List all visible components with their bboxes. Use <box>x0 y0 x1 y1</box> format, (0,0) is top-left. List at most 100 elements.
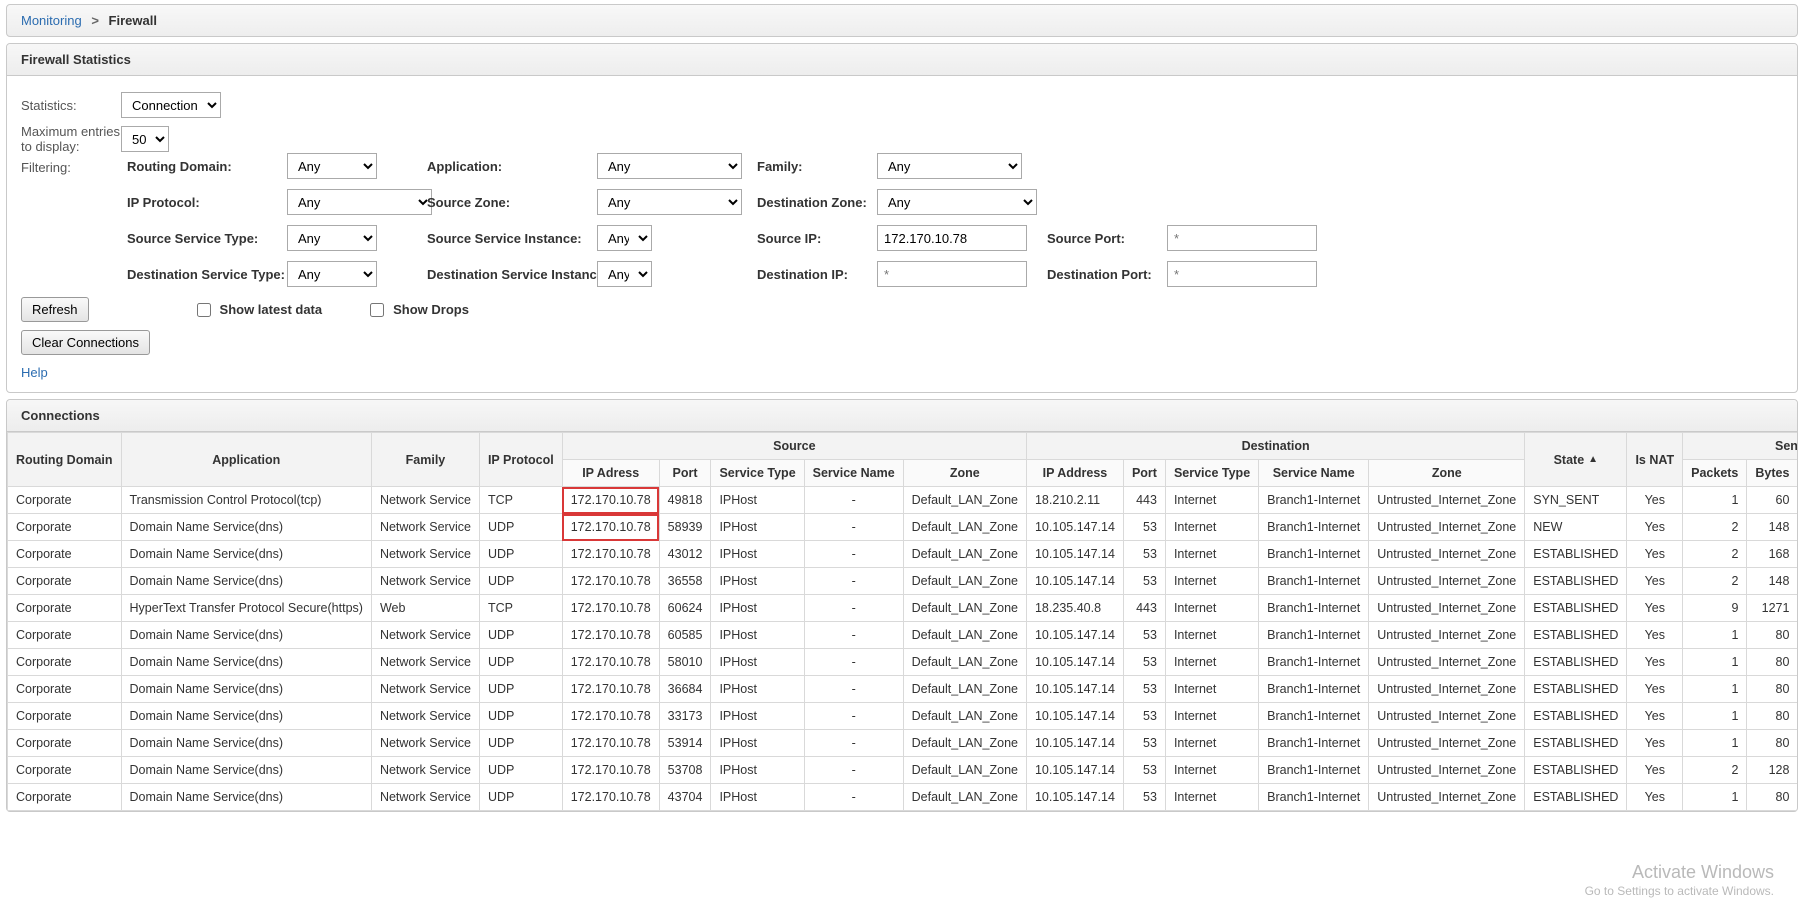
cell-dstype: Internet <box>1165 514 1258 541</box>
col-dst-port[interactable]: Port <box>1123 460 1165 487</box>
cell-fam: Web <box>371 595 479 622</box>
source-zone-select[interactable]: Any <box>597 189 742 215</box>
col-dst-svc-type[interactable]: Service Type <box>1165 460 1258 487</box>
cell-nat: Yes <box>1627 622 1683 649</box>
panel-title: Firewall Statistics <box>7 44 1797 76</box>
source-service-instance-select[interactable]: Any <box>597 225 652 251</box>
cell-sby: 80 <box>1747 649 1797 676</box>
cell-dsname: Branch1-Internet <box>1259 568 1369 595</box>
col-group-sent: Sent <box>1683 433 1797 460</box>
refresh-button[interactable]: Refresh <box>21 297 89 322</box>
cell-dzone: Untrusted_Internet_Zone <box>1369 703 1525 730</box>
col-dst-svc-name[interactable]: Service Name <box>1259 460 1369 487</box>
col-s-packets[interactable]: Packets <box>1683 460 1747 487</box>
cell-spk: 1 <box>1683 730 1747 757</box>
cell-rd: Corporate <box>8 487 122 514</box>
cell-ssname: - <box>804 487 903 514</box>
cell-proto: UDP <box>479 757 562 784</box>
cell-state: ESTABLISHED <box>1525 541 1627 568</box>
cell-dport: 53 <box>1123 784 1165 811</box>
cell-sip: 172.170.10.78 <box>562 514 659 541</box>
source-ip-input[interactable] <box>877 225 1027 251</box>
col-dst-ip[interactable]: IP Address <box>1026 460 1123 487</box>
breadcrumb-root-link[interactable]: Monitoring <box>21 13 82 28</box>
cell-dip: 18.235.40.8 <box>1026 595 1123 622</box>
cell-proto: UDP <box>479 784 562 811</box>
max-entries-label: Maximum entries to display: <box>21 124 121 154</box>
application-select[interactable]: Any <box>597 153 742 179</box>
routing-domain-select[interactable]: Any <box>287 153 377 179</box>
cell-app: Domain Name Service(dns) <box>121 757 371 784</box>
destination-zone-select[interactable]: Any <box>877 189 1037 215</box>
cell-app: Domain Name Service(dns) <box>121 514 371 541</box>
clear-connections-button[interactable]: Clear Connections <box>21 330 150 355</box>
cell-nat: Yes <box>1627 676 1683 703</box>
destination-port-input[interactable] <box>1167 261 1317 287</box>
source-port-input[interactable] <box>1167 225 1317 251</box>
table-row: CorporateDomain Name Service(dns)Network… <box>8 514 1798 541</box>
cell-dport: 53 <box>1123 730 1165 757</box>
col-family[interactable]: Family <box>371 433 479 487</box>
col-routing-domain[interactable]: Routing Domain <box>8 433 122 487</box>
cell-dstype: Internet <box>1165 730 1258 757</box>
cell-dzone: Untrusted_Internet_Zone <box>1369 487 1525 514</box>
ip-protocol-select[interactable]: Any <box>287 189 432 215</box>
col-group-source: Source <box>562 433 1026 460</box>
cell-rd: Corporate <box>8 595 122 622</box>
connections-title: Connections <box>7 400 1797 432</box>
col-state[interactable]: State▲ <box>1525 433 1627 487</box>
show-latest-data-checkbox[interactable]: Show latest data <box>193 300 323 320</box>
cell-sstype: IPHost <box>711 703 804 730</box>
cell-dzone: Untrusted_Internet_Zone <box>1369 784 1525 811</box>
col-dst-zone[interactable]: Zone <box>1369 460 1525 487</box>
statistics-select[interactable]: Connections <box>121 92 221 118</box>
col-group-destination: Destination <box>1026 433 1524 460</box>
cell-ssname: - <box>804 676 903 703</box>
cell-szone: Default_LAN_Zone <box>903 487 1026 514</box>
cell-szone: Default_LAN_Zone <box>903 703 1026 730</box>
col-is-nat[interactable]: Is NAT <box>1627 433 1683 487</box>
cell-sip: 172.170.10.78 <box>562 622 659 649</box>
table-row: CorporateHyperText Transfer Protocol Sec… <box>8 595 1798 622</box>
cell-rd: Corporate <box>8 514 122 541</box>
family-select[interactable]: Any <box>877 153 1022 179</box>
cell-fam: Network Service <box>371 622 479 649</box>
destination-service-instance-label: Destination Service Instance: <box>427 267 587 282</box>
help-link[interactable]: Help <box>21 365 48 380</box>
col-src-zone[interactable]: Zone <box>903 460 1026 487</box>
cell-dstype: Internet <box>1165 784 1258 811</box>
cell-dstype: Internet <box>1165 568 1258 595</box>
max-entries-select[interactable]: 50 <box>121 126 169 152</box>
cell-dip: 10.105.147.14 <box>1026 703 1123 730</box>
col-ip-protocol[interactable]: IP Protocol <box>479 433 562 487</box>
show-drops-input[interactable] <box>370 303 384 317</box>
source-service-type-label: Source Service Type: <box>127 231 277 246</box>
table-row: CorporateDomain Name Service(dns)Network… <box>8 784 1798 811</box>
cell-rd: Corporate <box>8 541 122 568</box>
col-application[interactable]: Application <box>121 433 371 487</box>
show-drops-checkbox[interactable]: Show Drops <box>366 300 469 320</box>
destination-service-type-select[interactable]: Any <box>287 261 377 287</box>
cell-ssname: - <box>804 568 903 595</box>
cell-sstype: IPHost <box>711 730 804 757</box>
col-src-svc-name[interactable]: Service Name <box>804 460 903 487</box>
source-service-type-select[interactable]: Any <box>287 225 377 251</box>
cell-sby: 60 <box>1747 487 1797 514</box>
cell-proto: UDP <box>479 568 562 595</box>
cell-rd: Corporate <box>8 676 122 703</box>
col-src-ip[interactable]: IP Adress <box>562 460 659 487</box>
destination-ip-input[interactable] <box>877 261 1027 287</box>
cell-dzone: Untrusted_Internet_Zone <box>1369 568 1525 595</box>
cell-ssname: - <box>804 730 903 757</box>
cell-dzone: Untrusted_Internet_Zone <box>1369 541 1525 568</box>
cell-dip: 10.105.147.14 <box>1026 649 1123 676</box>
cell-dstype: Internet <box>1165 649 1258 676</box>
show-latest-data-input[interactable] <box>197 303 211 317</box>
cell-nat: Yes <box>1627 757 1683 784</box>
col-s-bytes[interactable]: Bytes <box>1747 460 1797 487</box>
col-src-port[interactable]: Port <box>659 460 711 487</box>
destination-service-instance-select[interactable]: Any <box>597 261 652 287</box>
cell-rd: Corporate <box>8 568 122 595</box>
cell-dip: 10.105.147.14 <box>1026 541 1123 568</box>
col-src-svc-type[interactable]: Service Type <box>711 460 804 487</box>
